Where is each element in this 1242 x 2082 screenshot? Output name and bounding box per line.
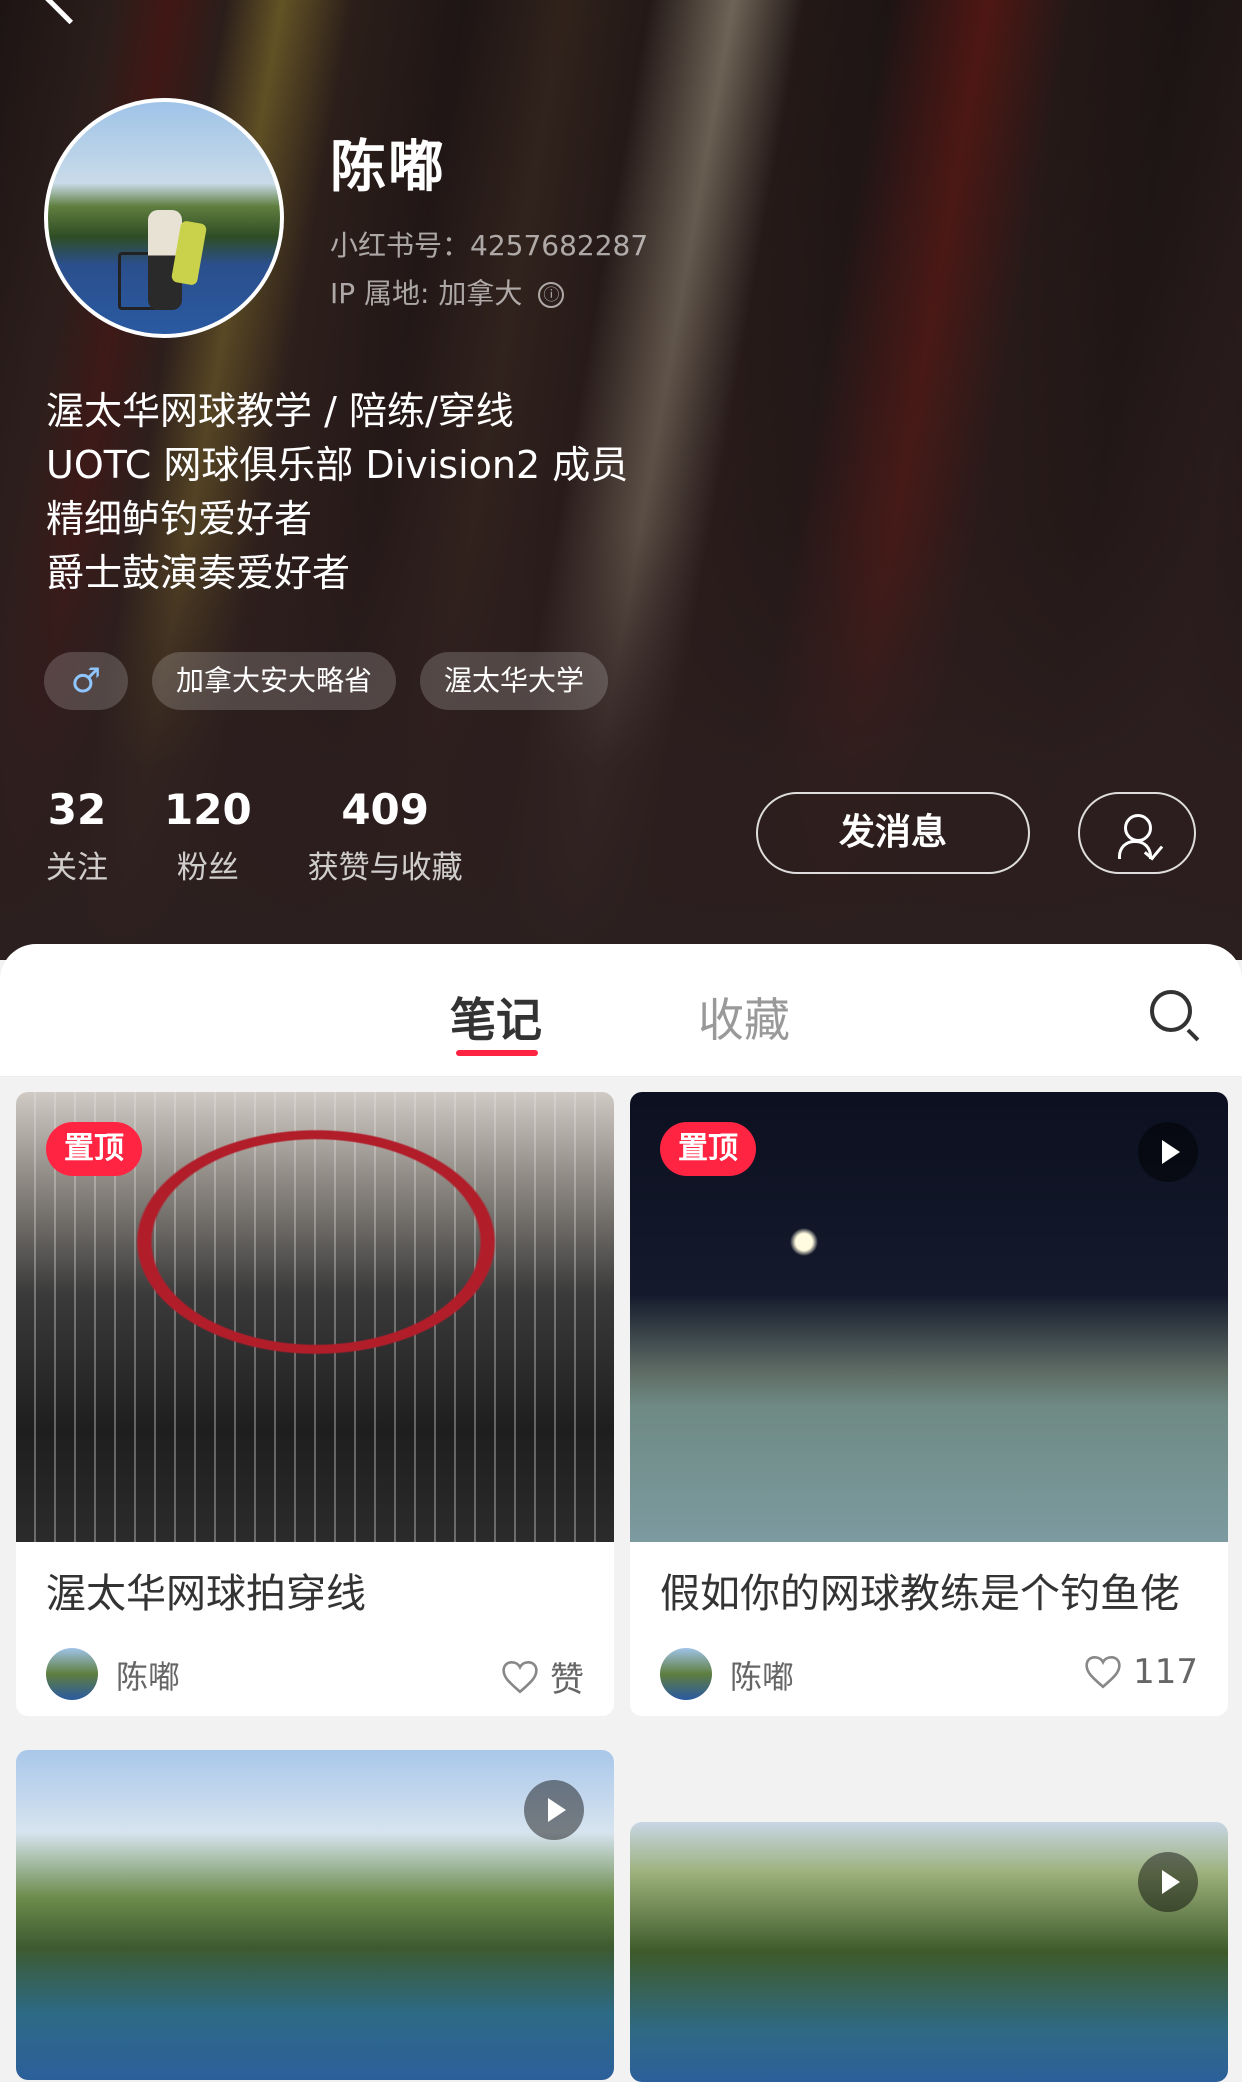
note-cover-image[interactable]: 置顶 (630, 1092, 1228, 1542)
profile-ip: IP 属地: 加拿大 ⓘ (330, 272, 565, 312)
stat-followers-label: 粉丝 (176, 850, 239, 886)
heart-icon (502, 1660, 538, 1693)
note-card[interactable] (630, 1822, 1228, 2082)
note-title[interactable]: 假如你的网球教练是个钓鱼佬 (630, 1542, 1228, 1626)
pinned-badge: 置顶 (46, 1122, 142, 1176)
author-avatar[interactable] (46, 1648, 98, 1700)
stat-likes-count: 409 (341, 785, 429, 834)
note-cover-image[interactable]: 置顶 (16, 1092, 614, 1542)
author-name[interactable]: 陈嘟 (116, 1652, 180, 1698)
profile-bio: 渥太华网球教学 / 陪练/穿线 UOTC 网球俱乐部 Division2 成员 … (46, 384, 628, 600)
like-button[interactable]: 赞 (500, 1652, 584, 1701)
content-tabs: 笔记 收藏 (0, 944, 1242, 1077)
profile-stats: 32 关注 120 粉丝 409 获赞与收藏 (46, 784, 519, 887)
gender-male-icon: ♂ (44, 652, 128, 710)
note-meta: 陈嘟 117 (630, 1626, 1228, 1716)
follow-status-button[interactable] (1078, 792, 1196, 874)
search-icon[interactable] (1150, 990, 1192, 1032)
note-card[interactable]: 置顶 假如你的网球教练是个钓鱼佬 陈嘟 117 (630, 1092, 1228, 1716)
info-icon[interactable]: ⓘ (538, 282, 565, 308)
profile-header: 陈嘟 小红书号：4257682287 IP 属地: 加拿大 ⓘ 渥太华网球教学 /… (0, 0, 1242, 960)
play-icon (1138, 1852, 1198, 1912)
tag-location: 加拿大安大略省 (152, 652, 397, 710)
note-cover-image[interactable] (16, 1750, 614, 2080)
follow-status-icon (1124, 814, 1152, 842)
author-name[interactable]: 陈嘟 (730, 1652, 794, 1698)
stat-followers[interactable]: 120 粉丝 (164, 784, 252, 887)
message-button[interactable]: 发消息 (756, 792, 1030, 874)
bio-line: 爵士鼓演奏爱好者 (46, 551, 351, 595)
tab-notes[interactable]: 笔记 (450, 984, 542, 1050)
note-meta: 陈嘟 赞 (16, 1626, 614, 1716)
stat-likes[interactable]: 409 获赞与收藏 (308, 784, 463, 887)
author-avatar[interactable] (660, 1648, 712, 1700)
like-button[interactable]: 117 (1083, 1652, 1198, 1692)
stat-likes-label: 获赞与收藏 (307, 850, 463, 886)
tab-active-indicator (456, 1050, 538, 1056)
bio-line: UOTC 网球俱乐部 Division2 成员 (46, 443, 629, 487)
pinned-badge: 置顶 (660, 1122, 756, 1176)
note-cover-image[interactable] (630, 1822, 1228, 2082)
tag-school: 渥太华大学 (420, 652, 609, 710)
profile-ip-text: IP 属地: 加拿大 (330, 277, 523, 310)
note-card[interactable]: 置顶 渥太华网球拍穿线 陈嘟 赞 (16, 1092, 614, 1716)
like-count: 117 (1133, 1652, 1198, 1692)
stat-following-label: 关注 (46, 850, 108, 886)
stat-following-count: 32 (47, 785, 107, 834)
profile-id: 小红书号：4257682287 (330, 229, 649, 262)
profile-name: 陈嘟 (330, 135, 446, 200)
like-count: 赞 (550, 1660, 584, 1700)
avatar[interactable] (44, 98, 284, 338)
play-icon (1138, 1122, 1198, 1182)
note-title[interactable]: 渥太华网球拍穿线 (16, 1542, 614, 1626)
profile-tags: ♂ 加拿大安大略省 渥太华大学 (44, 652, 609, 710)
bio-line: 渥太华网球教学 / 陪练/穿线 (46, 389, 514, 433)
tab-collections[interactable]: 收藏 (698, 984, 790, 1050)
play-icon (524, 1780, 584, 1840)
note-card[interactable] (16, 1750, 614, 2080)
back-icon[interactable] (44, 0, 95, 25)
stat-followers-count: 120 (164, 785, 252, 834)
heart-icon (1085, 1655, 1121, 1689)
bio-line: 精细鲈钓爱好者 (46, 497, 313, 541)
notes-feed: 置顶 渥太华网球拍穿线 陈嘟 赞 置顶 假如你的网球教练是个钓鱼佬 陈嘟 117 (0, 1078, 1242, 2082)
stat-following[interactable]: 32 关注 (46, 784, 108, 887)
